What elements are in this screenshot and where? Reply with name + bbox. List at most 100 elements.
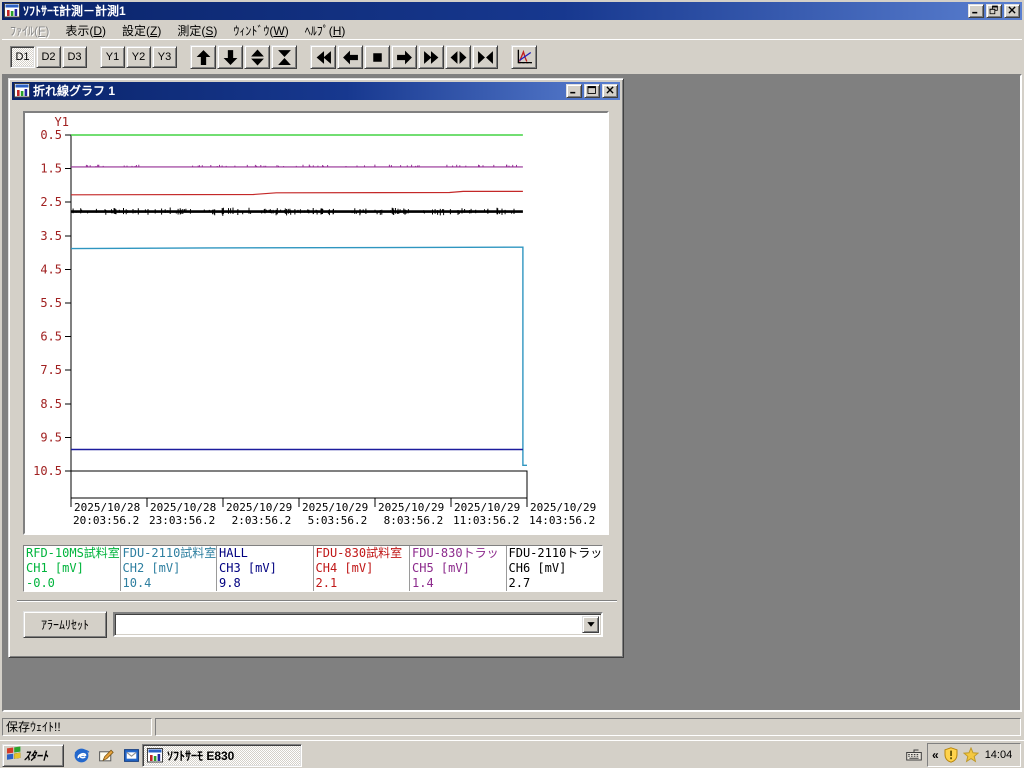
star-icon[interactable] [962,747,979,763]
toolbar-button-fast-rewind[interactable] [310,45,336,69]
svg-text:9.5: 9.5 [40,430,62,444]
step-right-icon [396,49,413,66]
tray-expand-chevron[interactable]: « [932,748,939,762]
combobox-dropdown-button[interactable] [582,616,599,633]
toolbar-button-d1[interactable]: D1 [10,46,35,68]
app-icon [4,3,20,19]
outlook-icon[interactable] [122,746,140,764]
channel-id: CH3 [mV] [219,561,277,575]
graph-minimize-button[interactable] [566,84,582,98]
legend-cell-ch1: RFD-10MS試料室 CH1 [mV] -0.0 [24,546,121,591]
close-icon [1006,4,1018,18]
window-title: ｿﾌﾄｻｰﾓ計測－計測1 [23,4,126,18]
menu-item-4[interactable]: 測定(S) [169,21,225,40]
toolbar-button-expand-horizontal[interactable] [445,45,471,69]
step-left-icon [342,49,359,66]
graph-settings-icon [515,48,533,66]
menu-item-2[interactable]: 表示(D) [57,21,114,40]
legend-cell-ch4: FDU-830試料室 CH4 [mV] 2.1 [314,546,410,591]
expand-vertical-icon [249,49,266,66]
stop-icon [369,49,386,66]
toolbar-button-y3[interactable]: Y3 [152,46,177,68]
main-titlebar[interactable]: ｿﾌﾄｻｰﾓ計測－計測1 [2,2,1022,20]
toolbar-button-d3[interactable]: D3 [62,46,87,68]
start-button[interactable]: ｽﾀｰﾄ [2,744,64,767]
expand-horizontal-icon [450,49,467,66]
fast-forward-icon [423,49,440,66]
restore-button[interactable] [986,4,1002,18]
desktop: ｿﾌﾄｻｰﾓ計測－計測1 ﾌｧｲﾙ(F) 表示(D) 設定(Z) 測定(S) ｳｨﾝﾄﾞ… [0,0,1024,768]
alarm-reset-button[interactable]: ｱﾗｰﾑﾘｾｯﾄ [23,611,107,638]
svg-text:2025/10/29: 2025/10/29 [530,501,596,514]
graph-titlebar[interactable]: 折れ線グラフ 1 [12,82,620,100]
toolbar: D1 D2 D3 Y1 Y2 Y3 [2,39,1022,74]
toolbar-button-expand-vertical[interactable] [244,45,270,69]
svg-text:20:03:56.2: 20:03:56.2 [73,514,139,527]
svg-text:1.5: 1.5 [40,162,62,176]
channel-value: 10.4 [122,576,152,590]
toolbar-button-d2[interactable]: D2 [36,46,61,68]
svg-text:2025/10/28: 2025/10/28 [150,501,216,514]
toolbar-button-step-right[interactable] [391,45,417,69]
channel-name: RFD-10MS試料室 [26,546,120,560]
toolbar-playback-group [310,45,498,69]
system-tray: « 14:04 [927,743,1021,767]
menu-item-1[interactable]: ﾌｧｲﾙ(F) [2,21,57,40]
graph-close-button[interactable] [602,84,618,98]
clock: 14:04 [984,749,1013,761]
minimize-icon [568,84,580,98]
alarm-combobox-input[interactable] [117,616,585,633]
taskbar-task-button[interactable]: ｿﾌﾄｻｰﾓ E830 [142,744,302,767]
task-button-label: ｿﾌﾄｻｰﾓ E830 [167,749,235,763]
channel-name: FDU-2110試料室 [122,546,217,560]
graph-window-icon [14,83,30,99]
separator [17,600,617,602]
svg-text:2025/10/29: 2025/10/29 [378,501,444,514]
chart-plot-area: 0.5 1.5 2.5 3.5 4.5 5.5 6.5 7.5 8.5 9.5 10.5 Y1 2025… [33,115,596,527]
svg-text:8.5: 8.5 [40,397,62,411]
keyboard-icon[interactable] [905,747,923,763]
show-desktop-icon[interactable] [97,746,115,764]
tray-icons [943,747,979,763]
svg-text:2025/10/29: 2025/10/29 [302,501,368,514]
close-icon [604,84,616,98]
toolbar-button-y2[interactable]: Y2 [126,46,151,68]
ie-icon[interactable] [72,746,90,764]
menu-item-6[interactable]: ﾍﾙﾌﾟ(H) [297,21,354,40]
svg-text:23:03:56.2: 23:03:56.2 [149,514,215,527]
toolbar-button-compress-horizontal[interactable] [472,45,498,69]
graph-maximize-button[interactable] [584,84,600,98]
menu-item-5[interactable]: ｳｨﾝﾄﾞｳ(W) [225,21,296,40]
minimize-button[interactable] [968,4,984,18]
legend-cell-ch5: FDU-830トラッ CH5 [mV] 1.4 [410,546,507,591]
toolbar-button-stop[interactable] [364,45,390,69]
quick-launch-bar [72,746,140,764]
alarm-combobox[interactable] [113,612,603,637]
toolbar-button-fast-forward[interactable] [418,45,444,69]
svg-text:5.5: 5.5 [40,296,62,310]
taskbar: ｽﾀｰﾄ ｿﾌﾄｻｰﾓ E830 « 14:04 [0,740,1024,768]
scroll-up-icon [195,49,212,66]
svg-text:Y1: Y1 [55,115,69,129]
channel-value: 9.8 [219,576,241,590]
svg-text:2025/10/29: 2025/10/29 [454,501,520,514]
close-button[interactable] [1004,4,1020,18]
toolbar-button-scroll-up[interactable] [190,45,216,69]
svg-text:8:03:56.2: 8:03:56.2 [377,514,443,527]
svg-text:2.5: 2.5 [40,195,62,209]
toolbar-button-step-left[interactable] [337,45,363,69]
toolbar-button-graph-settings[interactable] [511,45,537,69]
svg-text:14:03:56.2: 14:03:56.2 [529,514,595,527]
channel-name: FDU-2110トラッ [508,546,603,560]
channel-name: HALL [219,546,248,560]
maximize-icon [586,84,598,98]
security-shield-icon[interactable] [943,747,959,763]
toolbar-button-scroll-down[interactable] [217,45,243,69]
toolbar-button-compress-vertical[interactable] [271,45,297,69]
start-label: ｽﾀｰﾄ [24,749,49,763]
toolbar-button-y1[interactable]: Y1 [100,46,125,68]
svg-text:2025/10/28: 2025/10/28 [74,501,140,514]
svg-text:3.5: 3.5 [40,229,62,243]
menu-item-3[interactable]: 設定(Z) [114,21,169,40]
toolbar-y-group: Y1 Y2 Y3 [100,46,177,68]
